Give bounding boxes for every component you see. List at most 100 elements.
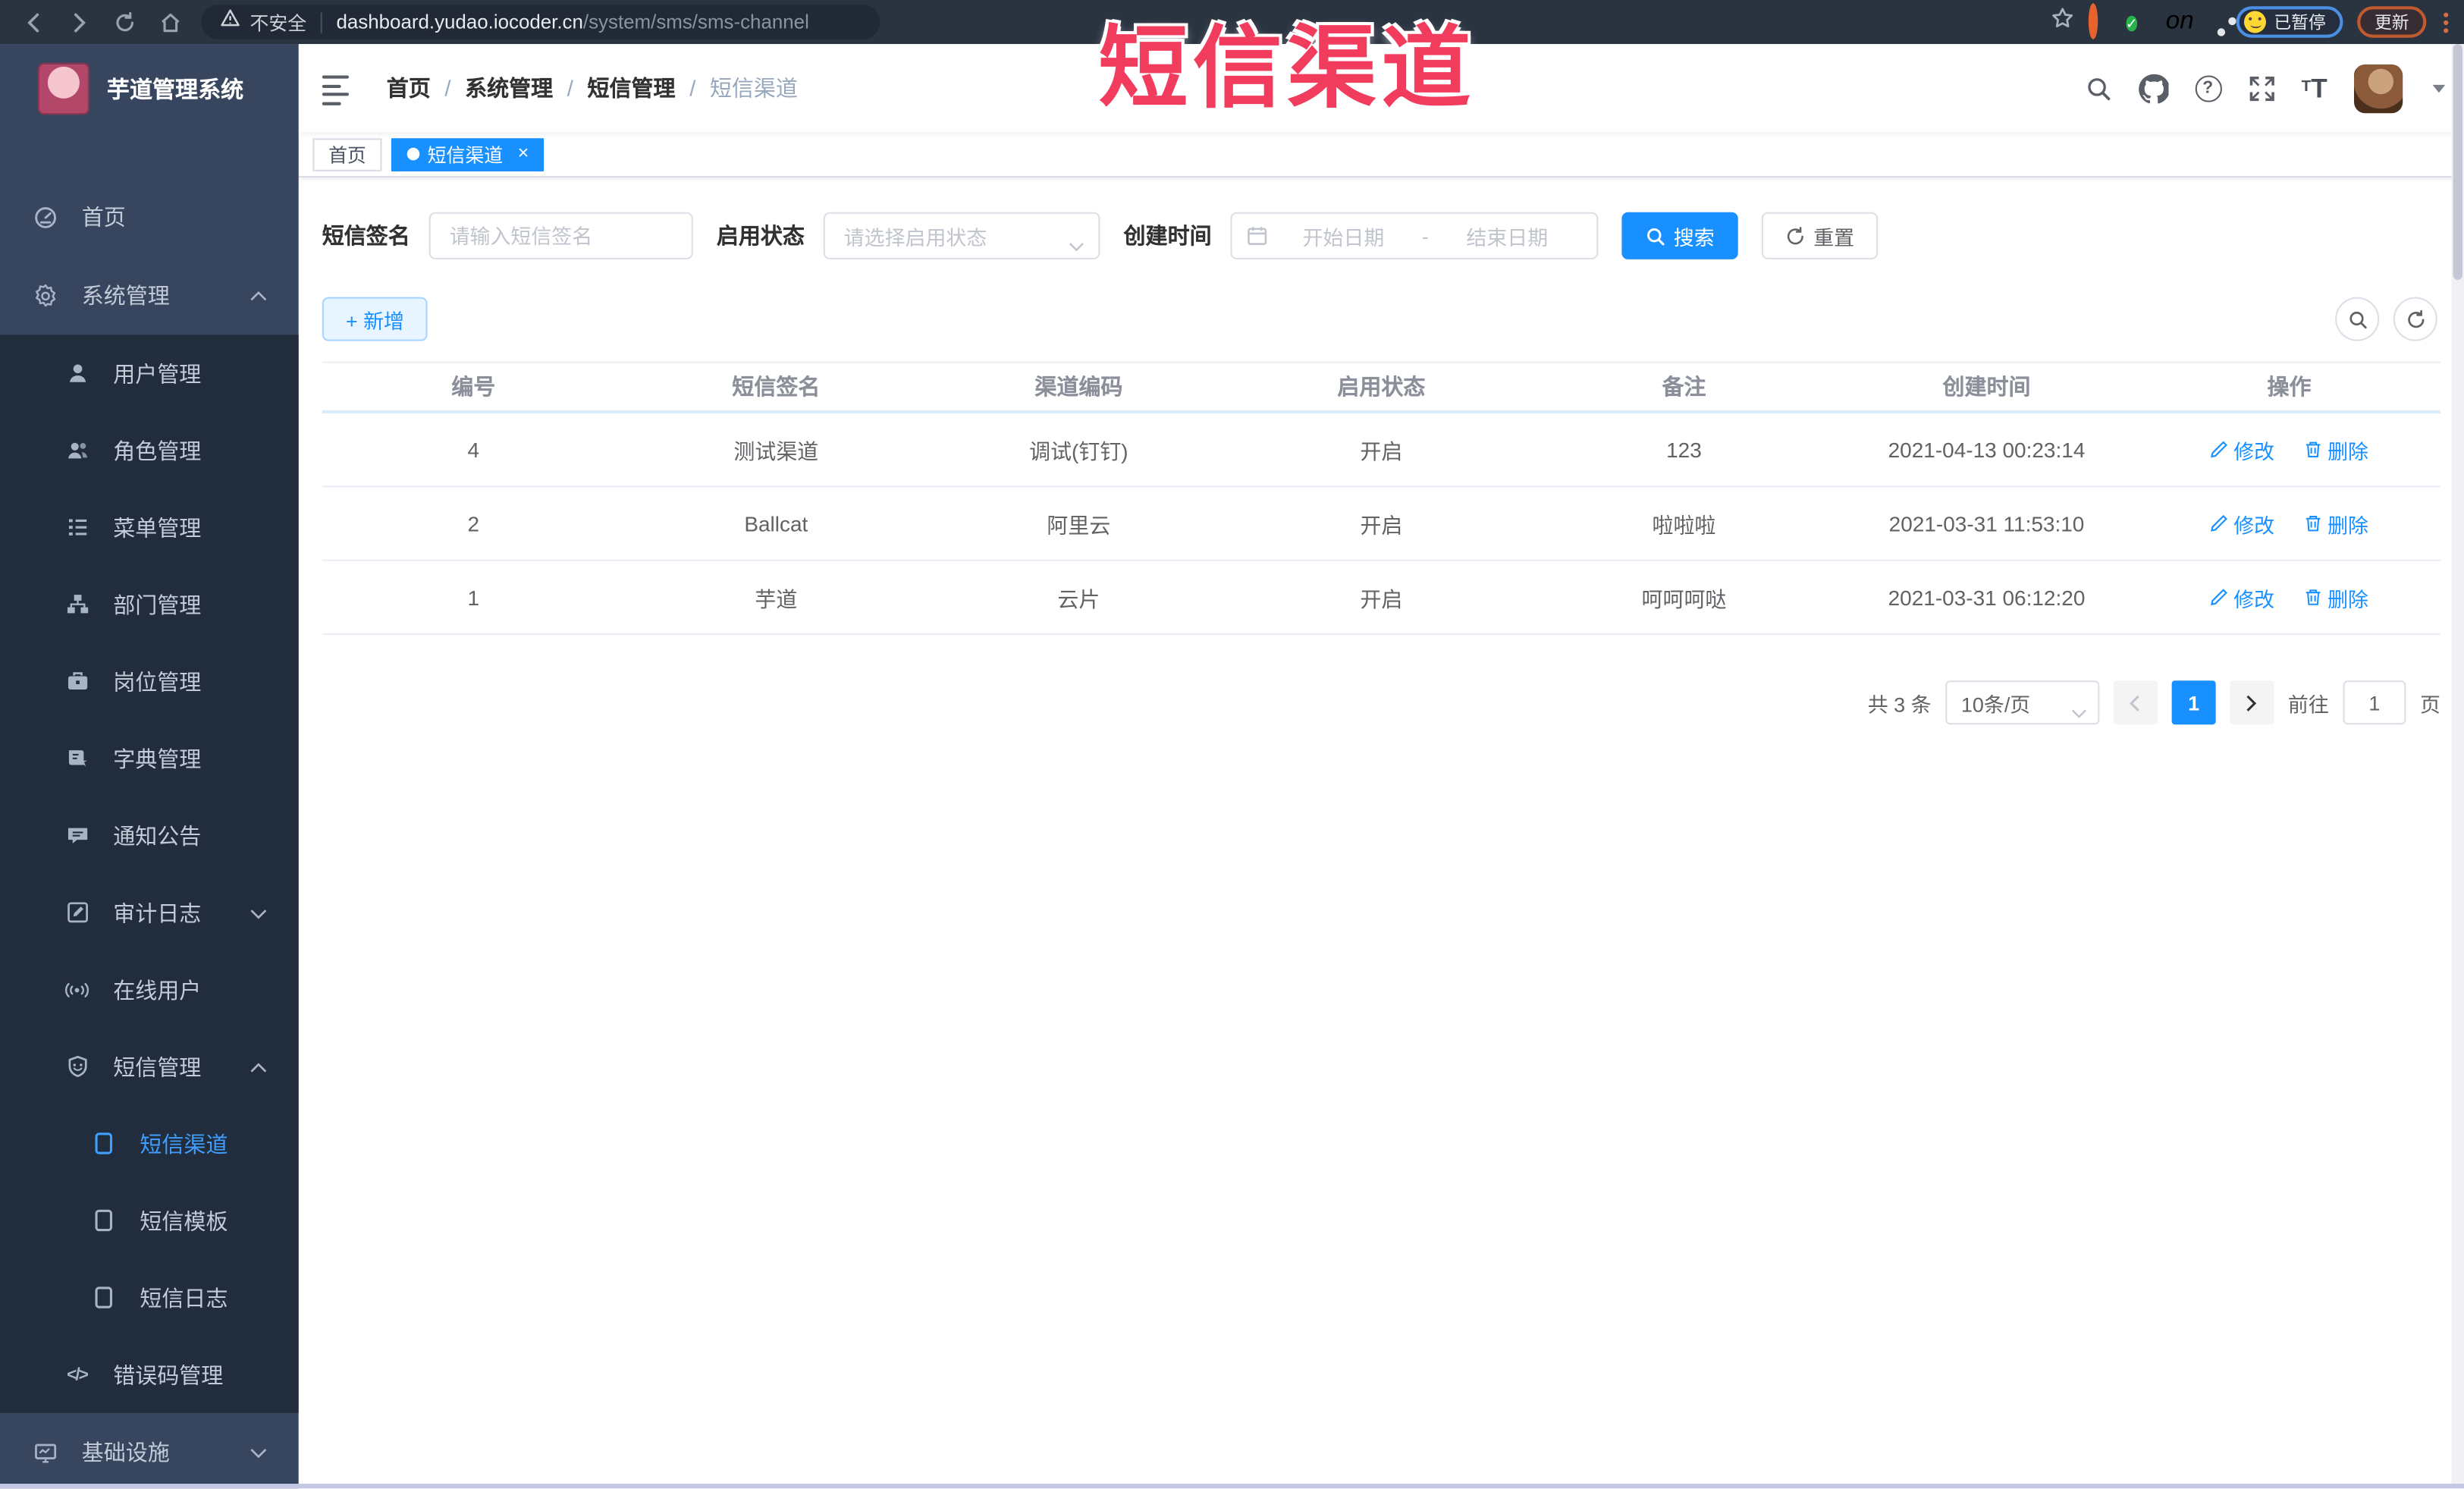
sidebar-item-dict[interactable]: 字典管理 (0, 720, 299, 797)
edit-link[interactable]: 修改 (2210, 435, 2274, 464)
filter-form: 短信签名 启用状态 请选择启用状态 创建时间 开始日期 - 结束日期 搜索 (322, 212, 1879, 259)
table-row: 1 芋道 云片 开启 呵呵呵哒 2021-03-31 06:12:20 修改 删… (322, 561, 2440, 636)
sidebar-item-sms-log[interactable]: 短信日志 (0, 1259, 299, 1337)
avatar-caret-icon[interactable] (2432, 83, 2446, 93)
reload-icon[interactable] (113, 10, 137, 33)
address-bar[interactable]: 不安全 dashboard.yudao.iocoder.cn/system/sm… (201, 5, 880, 39)
sidebar-item-users[interactable]: 用户管理 (0, 335, 299, 412)
edit-label: 修改 (2233, 513, 2275, 537)
avatar[interactable] (2354, 63, 2403, 113)
reset-button[interactable]: 重置 (1761, 212, 1879, 259)
breadcrumb-separator: / (444, 75, 451, 101)
ext-green-check-icon[interactable]: ✓ (2125, 8, 2138, 36)
help-icon[interactable]: ? (2194, 74, 2221, 102)
back-icon[interactable] (22, 10, 46, 33)
tag-close-icon[interactable]: × (513, 143, 535, 165)
cell-code: 调试(钉钉) (1029, 440, 1128, 464)
table-toolbar: + 新增 (322, 297, 2437, 341)
breadcrumb-system[interactable]: 系统管理 (465, 72, 553, 103)
phone-frame-icon (91, 1286, 116, 1309)
prev-page-button[interactable] (2113, 680, 2158, 725)
sidebar-item-error-code[interactable]: </> 错误码管理 (0, 1336, 299, 1413)
message-bubble-icon (64, 824, 89, 847)
sidebar-item-home[interactable]: 首页 (0, 177, 299, 256)
tags-view-bar: 首页 短信渠道 × (298, 132, 2464, 178)
phone-frame-icon (91, 1208, 116, 1232)
sidebar-item-sms-channel[interactable]: 短信渠道 (0, 1105, 299, 1183)
security-label[interactable]: 不安全 (250, 8, 306, 35)
goto-label: 前往 (2287, 692, 2329, 716)
tag-sms-channel[interactable]: 短信渠道 × (391, 137, 545, 171)
delete-link[interactable]: 删除 (2304, 508, 2368, 538)
sidebar-item-menus[interactable]: 菜单管理 (0, 488, 299, 566)
delete-link[interactable]: 删除 (2304, 435, 2368, 464)
update-button[interactable]: 更新 (2357, 6, 2427, 38)
sidebar-item-label: 审计日志 (113, 900, 202, 925)
fullscreen-icon[interactable] (2248, 74, 2274, 101)
sidebar-item-depts[interactable]: 部门管理 (0, 566, 299, 643)
briefcase-icon (64, 670, 89, 693)
browser-menu-icon[interactable] (2444, 11, 2449, 33)
ext-orange-ring-icon[interactable] (2088, 3, 2098, 39)
cell-created: 2021-03-31 06:12:20 (1888, 585, 2086, 609)
sidebar-menu: 首页 系统管理 用户管理 角色管理 菜单管理 部门管理 岗位管理 字典管理 通知… (0, 177, 299, 1489)
insecure-warning-icon[interactable] (220, 8, 240, 36)
delete-link[interactable]: 删除 (2304, 583, 2368, 612)
sidebar-item-notice[interactable]: 通知公告 (0, 797, 299, 875)
sign-input[interactable] (428, 212, 693, 259)
paused-pill[interactable]: 已暂停 (2236, 6, 2343, 38)
sidebar-item-label: 基础设施 (81, 1440, 170, 1465)
url-host[interactable]: dashboard.yudao.iocoder.cn (336, 11, 582, 33)
date-end-placeholder[interactable]: 结束日期 (1432, 221, 1583, 250)
sidebar-item-auditlog[interactable]: 审计日志 (0, 874, 299, 951)
cell-created: 2021-03-31 11:53:10 (1888, 511, 2085, 536)
sidebar-item-label: 首页 (81, 204, 126, 230)
add-button[interactable]: + 新增 (322, 297, 428, 341)
cell-code: 云片 (1057, 587, 1100, 612)
calendar-icon (1246, 225, 1268, 247)
font-size-icon[interactable]: TT (2302, 74, 2327, 101)
breadcrumb-separator: / (567, 75, 573, 101)
home-icon[interactable] (159, 10, 182, 33)
date-start-placeholder[interactable]: 开始日期 (1268, 221, 1419, 250)
breadcrumb-sms[interactable]: 短信管理 (588, 72, 676, 103)
header-search-icon[interactable] (2085, 74, 2111, 101)
page-number-1[interactable]: 1 (2171, 680, 2216, 725)
bookmark-star-icon[interactable] (2050, 6, 2073, 37)
cell-code: 阿里云 (1047, 514, 1111, 538)
url-path[interactable]: /system/sms/sms-channel (583, 11, 809, 33)
sidebar-item-sms[interactable]: 短信管理 (0, 1028, 299, 1105)
sidebar-item-infra[interactable]: 基础设施 (0, 1413, 299, 1489)
search-button[interactable]: 搜索 (1621, 212, 1738, 259)
next-page-button[interactable] (2230, 680, 2274, 725)
sidebar-item-label: 通知公告 (113, 822, 202, 848)
url-divider (320, 11, 322, 33)
forward-icon[interactable] (67, 10, 91, 33)
sidebar-item-label: 岗位管理 (113, 668, 202, 694)
toggle-search-button[interactable] (2335, 297, 2380, 341)
table-row: 2 Ballcat 阿里云 开启 啦啦啦 2021-03-31 11:53:10… (322, 487, 2440, 561)
sidebar-item-system[interactable]: 系统管理 (0, 256, 299, 335)
status-select[interactable]: 请选择启用状态 (823, 212, 1100, 259)
sidebar-item-posts[interactable]: 岗位管理 (0, 642, 299, 720)
scrollbar-thumb[interactable] (2453, 44, 2462, 280)
goto-page-input[interactable] (2343, 680, 2406, 725)
tag-home[interactable]: 首页 (312, 137, 382, 171)
page-size-select[interactable]: 10条/页 (1945, 680, 2100, 725)
date-range-picker[interactable]: 开始日期 - 结束日期 (1230, 212, 1599, 259)
logo-row[interactable]: 芋道管理系统 (0, 44, 299, 134)
sidebar-item-online-users[interactable]: 在线用户 (0, 951, 299, 1029)
edit-link[interactable]: 修改 (2210, 583, 2274, 612)
refresh-button[interactable] (2393, 297, 2437, 341)
breadcrumb-home[interactable]: 首页 (387, 72, 431, 103)
table-header-row: 编号 短信签名 渠道编码 启用状态 备注 创建时间 操作 (322, 363, 2440, 413)
ext-dark-on-icon[interactable]: on (2166, 8, 2194, 36)
cell-remark: 123 (1666, 438, 1702, 462)
page-scrollbar[interactable] (2451, 44, 2464, 1484)
sidebar-toggle-icon[interactable] (322, 71, 350, 105)
github-icon[interactable] (2138, 73, 2168, 103)
edit-link[interactable]: 修改 (2210, 508, 2274, 538)
create-time-label: 创建时间 (1123, 223, 1212, 249)
sidebar-item-sms-template[interactable]: 短信模板 (0, 1182, 299, 1259)
sidebar-item-roles[interactable]: 角色管理 (0, 412, 299, 489)
